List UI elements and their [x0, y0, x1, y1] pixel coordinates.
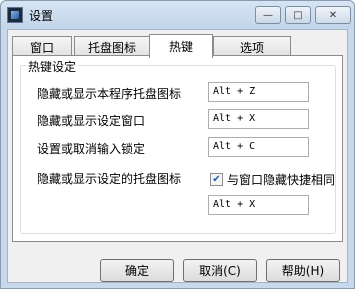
tab-tray-icon[interactable]: 托盘图标: [74, 36, 150, 57]
settings-window: 设置 — □ ✕ 窗口 托盘图标 热键 选项 热键设定 隐藏或显示本程序托盘图标…: [0, 0, 355, 289]
hotkey-label-lock: 设置或取消输入锁定: [37, 142, 146, 156]
dialog-client: 窗口 托盘图标 热键 选项 热键设定 隐藏或显示本程序托盘图标 Alt + Z …: [7, 29, 348, 283]
hotkeys-panel: 热键设定 隐藏或显示本程序托盘图标 Alt + Z 隐藏或显示设定窗口 Alt …: [12, 55, 343, 242]
hotkey-label-window: 隐藏或显示设定窗口: [37, 114, 146, 128]
tab-options[interactable]: 选项: [213, 36, 291, 57]
ok-label: 确定: [124, 264, 149, 278]
cancel-label: 取消(C): [199, 264, 241, 278]
tab-strip: 窗口 托盘图标 热键 选项: [12, 34, 342, 58]
hotkey-field-lock[interactable]: Alt + C: [208, 137, 309, 157]
app-icon: [7, 7, 23, 23]
hotkey-label-set-tray: 隐藏或显示设定的托盘图标: [37, 172, 182, 186]
minimize-icon: —: [263, 9, 273, 21]
close-button[interactable]: ✕: [315, 6, 351, 24]
same-as-window-checkbox[interactable]: ✔ 与窗口隐藏快捷相同: [210, 171, 335, 188]
close-icon: ✕: [328, 9, 338, 21]
hotkey-field-tray[interactable]: Alt + Z: [208, 82, 309, 102]
help-button[interactable]: 帮助(H): [266, 259, 340, 282]
cancel-button[interactable]: 取消(C): [183, 259, 257, 282]
tab-label: 窗口: [29, 40, 54, 55]
maximize-icon: □: [293, 9, 303, 21]
title-bar[interactable]: 设置 — □ ✕: [1, 1, 354, 29]
ok-button[interactable]: 确定: [100, 259, 174, 282]
hotkey-field-window[interactable]: Alt + X: [208, 109, 309, 129]
minimize-button[interactable]: —: [255, 6, 281, 24]
checkmark-icon[interactable]: ✔: [210, 173, 223, 186]
tab-hotkeys[interactable]: 热键: [149, 34, 213, 58]
tab-label: 选项: [239, 40, 264, 55]
hotkey-group: 热键设定 隐藏或显示本程序托盘图标 Alt + Z 隐藏或显示设定窗口 Alt …: [20, 58, 336, 234]
hotkey-field-set-tray[interactable]: Alt + X: [208, 195, 309, 215]
checkbox-label: 与窗口隐藏快捷相同: [227, 173, 336, 187]
maximize-button[interactable]: □: [285, 6, 311, 24]
tab-window[interactable]: 窗口: [12, 36, 72, 57]
tab-label: 热键: [168, 40, 193, 54]
group-title: 热键设定: [26, 58, 79, 75]
tab-label: 托盘图标: [87, 40, 136, 55]
window-title: 设置: [29, 9, 54, 23]
help-label: 帮助(H): [281, 264, 325, 278]
hotkey-label-tray: 隐藏或显示本程序托盘图标: [37, 87, 182, 101]
